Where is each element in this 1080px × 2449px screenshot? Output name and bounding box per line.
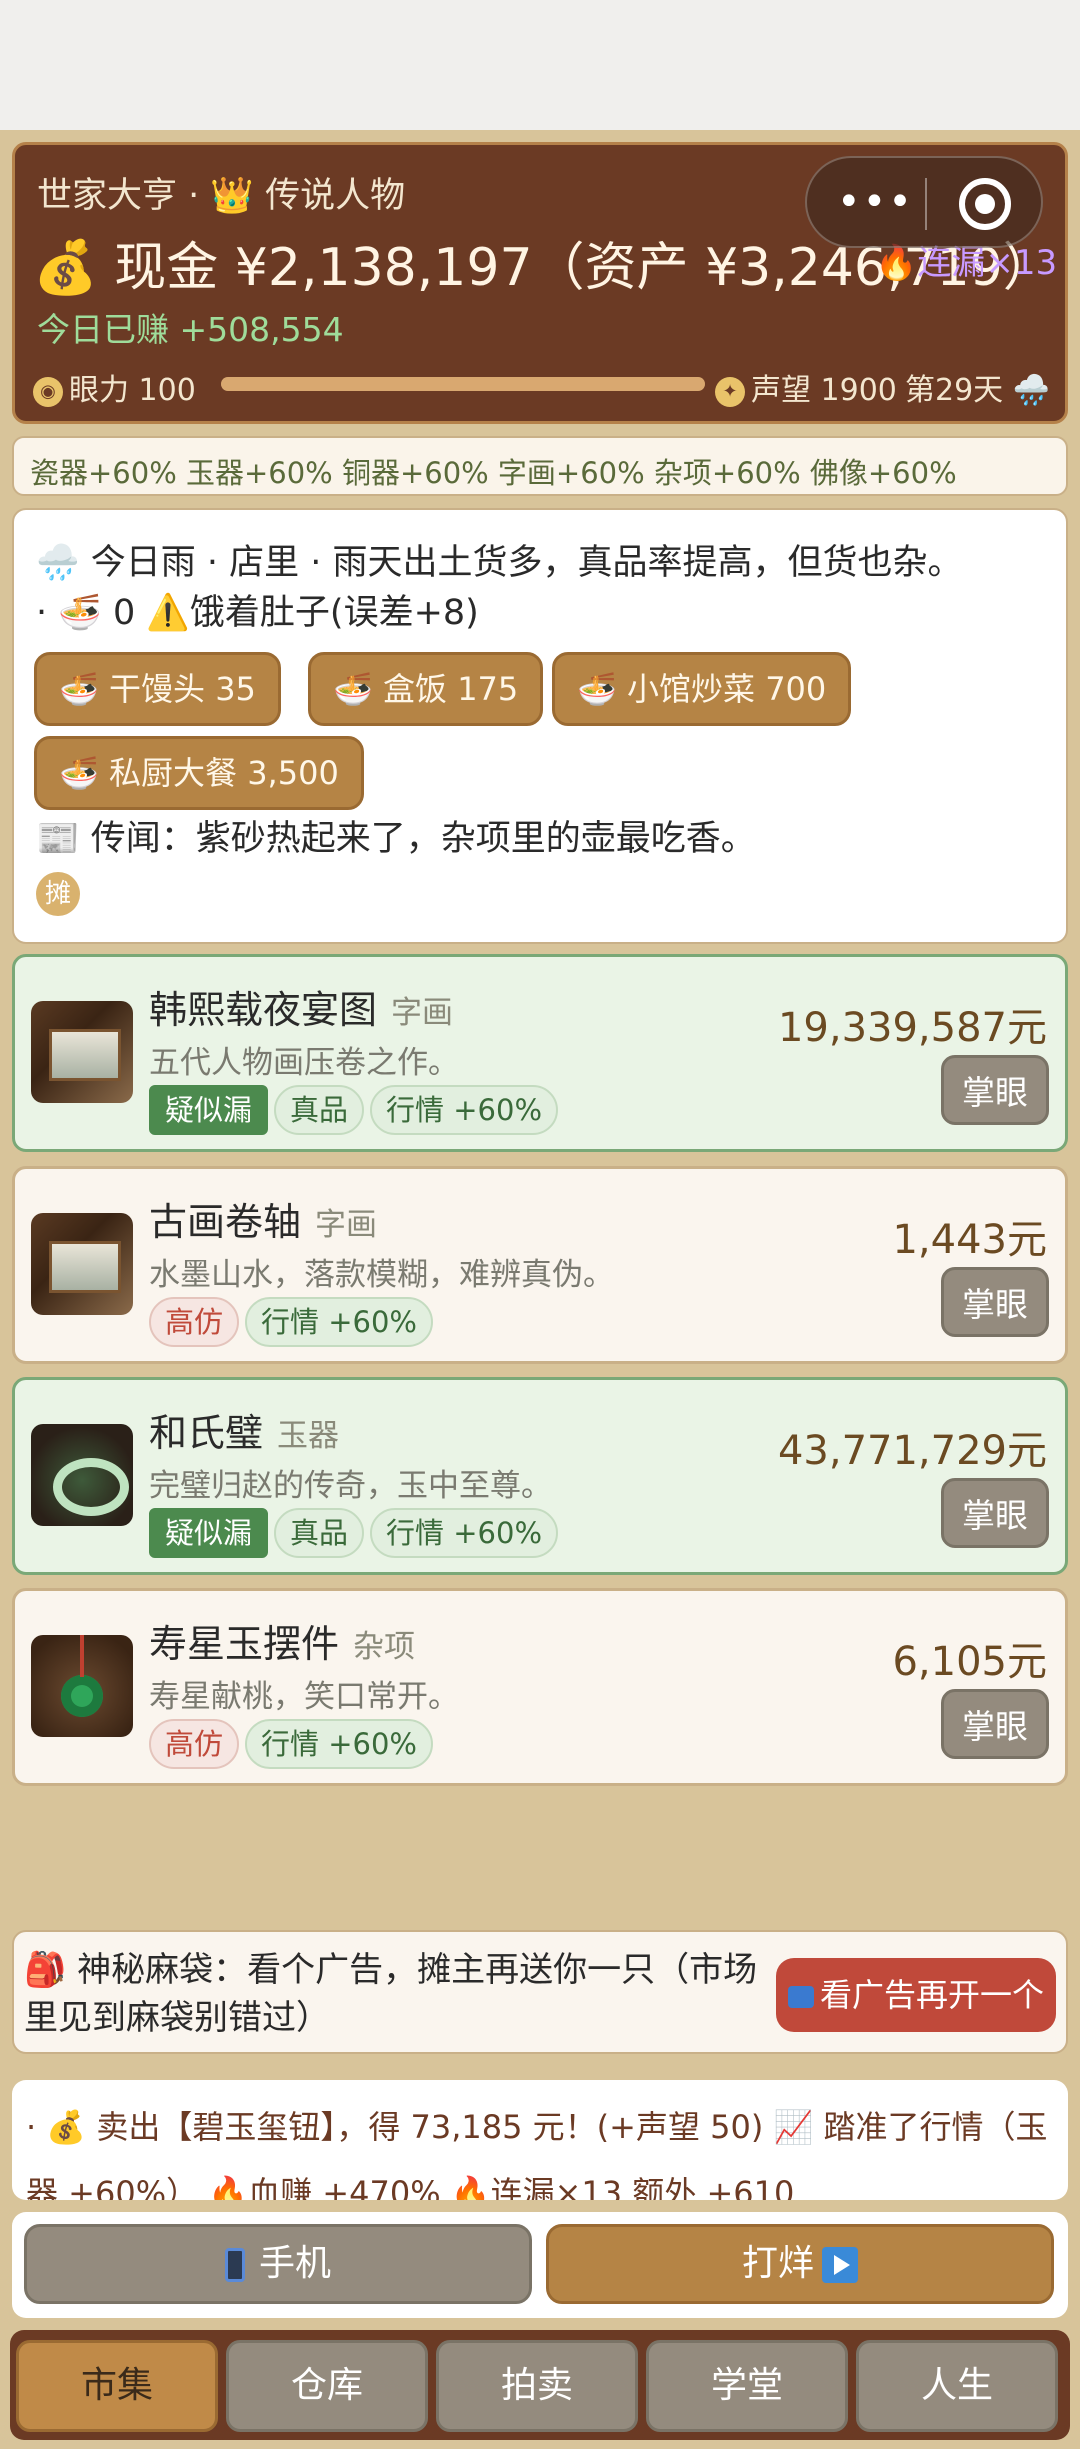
medal-icon: ✦ xyxy=(715,376,745,407)
market-bonus-strip: 瓷器+60% 玉器+60% 铜器+60% 字画+60% 杂项+60% 佛像+60… xyxy=(12,436,1068,496)
item-price: 1,443元 xyxy=(892,1217,1047,1263)
cloud-rain-icon: 🌧️ xyxy=(1012,373,1051,408)
item-tags: 疑似漏 真品 行情 +60% xyxy=(149,1085,564,1137)
item-name: 和氏璧 玉器 xyxy=(149,1402,339,1457)
mystery-bag-panel: 🎒 神秘麻袋：看个广告，摊主再送你一只（市场里见到麻袋别错过） 看广告再开一个 xyxy=(12,1930,1068,2054)
item-description: 寿星献桃，笑口常开。 xyxy=(149,1679,459,1715)
item-title: 韩熙载夜宴图 xyxy=(149,988,378,1032)
jade-bracelet-thumbnail xyxy=(31,1424,133,1526)
tab-warehouse[interactable]: 仓库 xyxy=(226,2340,428,2432)
play-icon xyxy=(822,2247,858,2283)
daily-info-panel: 🌧️ 今日雨 · 店里 · 雨天出土货多，真品率提高，但货也杂。 · 🍜 0 ⚠… xyxy=(12,508,1068,944)
item-price: 19,339,587元 xyxy=(777,1005,1047,1051)
mystery-bag-text: 🎒 神秘麻袋：看个广告，摊主再送你一只（市场里见到麻袋别错过） xyxy=(24,1950,758,2038)
phone-icon xyxy=(224,2248,245,2282)
player-rank: 世家大亨 · 👑 传说人物 xyxy=(37,176,406,216)
reputation-label: 声望 xyxy=(751,373,811,408)
tag-suspected-leak: 疑似漏 xyxy=(149,1085,269,1135)
item-card[interactable]: 寿星玉摆件 杂项 寿星献桃，笑口常开。 高仿 行情 +60% 6,105元 掌眼 xyxy=(12,1588,1068,1786)
eye-label: 眼力 xyxy=(69,373,129,408)
tag-imitation: 高仿 xyxy=(149,1719,240,1769)
food-button-stir-fry[interactable]: 🍜 小馆炒菜 700 xyxy=(552,652,852,726)
miniprogram-capsule: ••• xyxy=(805,156,1043,248)
tab-life[interactable]: 人生 xyxy=(856,2340,1058,2432)
eye-progress-bar xyxy=(221,377,705,391)
tag-authentic: 真品 xyxy=(274,1085,365,1135)
capsule-divider xyxy=(925,178,927,230)
item-description: 完璧归赵的传奇，玉中至尊。 xyxy=(149,1468,552,1504)
item-title: 寿星玉摆件 xyxy=(149,1622,340,1666)
day-label: 第29天 xyxy=(905,373,1004,408)
rumor-line: 📰 传闻：紫砂热起来了，杂项里的壶最吃香。 xyxy=(36,819,756,859)
day-counter: 第29天 🌧️ xyxy=(905,365,1050,409)
item-description: 五代人物画压卷之作。 xyxy=(149,1045,459,1081)
item-price: 43,771,729元 xyxy=(777,1428,1047,1474)
food-button-private-chef[interactable]: 🍜 私厨大餐 3,500 xyxy=(34,736,364,810)
item-name: 韩熙载夜宴图 字画 xyxy=(149,979,453,1034)
bottom-nav: 市集 仓库 拍卖 学堂 人生 xyxy=(10,2330,1070,2440)
more-options-icon[interactable]: ••• xyxy=(837,182,914,222)
food-button-mantou[interactable]: 🍜 干馒头 35 xyxy=(34,652,281,726)
item-title: 和氏璧 xyxy=(149,1411,264,1455)
tv-icon xyxy=(787,1986,814,2008)
hunger-line: · 🍜 0 ⚠️饿着肚子(误差+8) xyxy=(36,593,479,633)
food-button-boxed-meal[interactable]: 🍜 盒饭 175 xyxy=(308,652,544,726)
stats-line: ◉ 眼力 100 ✦ 声望 1900 第29天 🌧️ xyxy=(33,363,1053,409)
jade-pendant-thumbnail xyxy=(31,1635,133,1737)
tab-school[interactable]: 学堂 xyxy=(646,2340,848,2432)
eye-stat: ◉ 眼力 100 xyxy=(33,365,196,409)
item-name: 寿星玉摆件 杂项 xyxy=(149,1613,415,1668)
stall-badge[interactable]: 摊 xyxy=(36,872,80,916)
close-shop-button[interactable]: 打烊 xyxy=(546,2224,1054,2304)
item-tags: 高仿 行情 +60% xyxy=(149,1297,439,1349)
tag-market: 行情 +60% xyxy=(245,1297,433,1347)
item-card[interactable]: 韩熙载夜宴图 字画 五代人物画压卷之作。 疑似漏 真品 行情 +60% 19,339,… xyxy=(12,954,1068,1152)
status-bar-area xyxy=(0,0,1080,130)
watch-ad-button[interactable]: 看广告再开一个 xyxy=(776,1958,1056,2032)
item-description: 水墨山水，落款模糊，难辨真伪。 xyxy=(149,1257,614,1293)
scroll-painting-thumbnail xyxy=(31,1213,133,1315)
eye-progress-fill xyxy=(221,377,705,391)
scroll-painting-thumbnail xyxy=(31,1001,133,1103)
action-row: 手机 打烊 xyxy=(12,2212,1068,2318)
tag-market: 行情 +60% xyxy=(370,1508,559,1558)
item-tags: 疑似漏 真品 行情 +60% xyxy=(149,1508,564,1560)
eye-value: 100 xyxy=(138,373,196,408)
inspect-button[interactable]: 掌眼 xyxy=(941,1478,1049,1548)
close-shop-label: 打烊 xyxy=(741,2243,814,2284)
item-category: 玉器 xyxy=(277,1418,340,1454)
phone-label: 手机 xyxy=(258,2243,331,2284)
item-title: 古画卷轴 xyxy=(149,1200,302,1244)
item-card[interactable]: 和氏璧 玉器 完璧归赵的传奇，玉中至尊。 疑似漏 真品 行情 +60% 43,771,… xyxy=(12,1377,1068,1575)
item-tags: 高仿 行情 +60% xyxy=(149,1719,439,1771)
inspect-button[interactable]: 掌眼 xyxy=(941,1689,1049,1759)
inspect-button[interactable]: 掌眼 xyxy=(941,1055,1049,1125)
reputation-stat: ✦ 声望 1900 xyxy=(715,365,897,409)
phone-button[interactable]: 手机 xyxy=(24,2224,532,2304)
event-log: · 💰 卖出【碧玉玺钮】，得 73,185 元！(+声望 50) 📈 踏准了行情… xyxy=(12,2080,1068,2200)
eye-icon: ◉ xyxy=(33,376,63,407)
close-miniprogram-icon[interactable] xyxy=(959,178,1011,230)
tag-suspected-leak: 疑似漏 xyxy=(149,1508,269,1558)
tab-market[interactable]: 市集 xyxy=(16,2340,218,2432)
tab-auction[interactable]: 拍卖 xyxy=(436,2340,638,2432)
inspect-button[interactable]: 掌眼 xyxy=(941,1267,1049,1337)
item-category: 杂项 xyxy=(353,1629,416,1665)
item-price: 6,105元 xyxy=(892,1639,1047,1685)
earned-today: 今日已赚 +508,554 xyxy=(37,310,344,349)
tag-imitation: 高仿 xyxy=(149,1297,240,1347)
tag-market: 行情 +60% xyxy=(245,1719,433,1769)
reputation-value: 1900 xyxy=(820,373,897,408)
tag-authentic: 真品 xyxy=(274,1508,365,1558)
log-entry: · 💰 卖出【碧玉玺钮】，得 73,185 元！(+声望 50) 📈 踏准了行情… xyxy=(26,2108,1048,2200)
watch-ad-label: 看广告再开一个 xyxy=(819,1976,1044,2014)
item-category: 字画 xyxy=(315,1207,378,1243)
item-card[interactable]: 古画卷轴 字画 水墨山水，落款模糊，难辨真伪。 高仿 行情 +60% 1,443元 … xyxy=(12,1166,1068,1364)
item-name: 古画卷轴 字画 xyxy=(149,1191,377,1246)
tag-market: 行情 +60% xyxy=(370,1085,559,1135)
weather-line: 🌧️ 今日雨 · 店里 · 雨天出土货多，真品率提高，但货也杂。 xyxy=(36,543,963,583)
item-category: 字画 xyxy=(391,995,454,1031)
